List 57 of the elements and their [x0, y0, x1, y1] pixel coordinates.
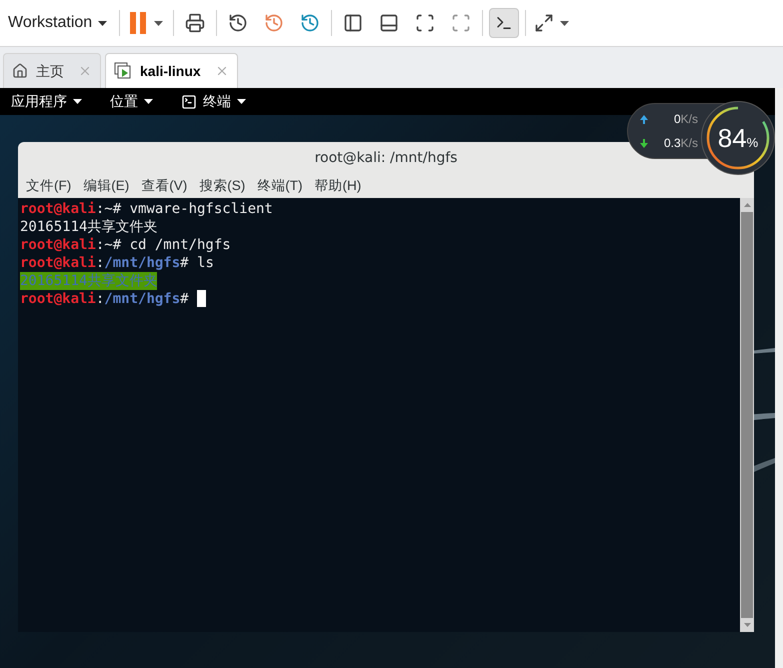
- terminal-icon: [495, 14, 514, 32]
- terminal-text: :: [96, 254, 104, 272]
- prompt-user: root@kali: [20, 290, 96, 308]
- panel-menu[interactable]: 位置: [110, 91, 153, 112]
- terminal-text: #: [180, 290, 190, 308]
- caret-icon: [154, 20, 164, 26]
- prompt-user: root@kali: [20, 254, 96, 272]
- prompt-user: root@kali: [20, 200, 96, 218]
- prompt-path: /mnt/hgfs: [104, 290, 180, 308]
- caret-icon: [144, 99, 153, 104]
- upload-arrow-icon: [640, 114, 648, 124]
- folder-name: 20165114共享文件夹: [20, 272, 158, 290]
- panel-menu[interactable]: 应用程序: [11, 91, 82, 112]
- menu-item[interactable]: 终端(T): [257, 176, 302, 197]
- pause-icon: [130, 12, 146, 34]
- caret-icon: [237, 99, 246, 104]
- up-arrow-icon: [744, 203, 750, 207]
- panel-menu[interactable]: 终端: [181, 91, 246, 112]
- download-speed: 0.3K/s: [662, 135, 698, 152]
- caret-icon: [73, 99, 82, 104]
- tab-label: kali-linux: [140, 62, 201, 80]
- tab[interactable]: kali-linux: [105, 53, 238, 88]
- scrollbar-thumb[interactable]: [741, 212, 753, 618]
- full-screen-icon: [415, 13, 436, 33]
- menu-item[interactable]: 查看(V): [141, 176, 188, 197]
- menu-item[interactable]: 文件(F): [26, 176, 72, 197]
- terminal-text: :~# vmware-hgfsclient: [96, 200, 273, 218]
- vm-icon: [114, 62, 132, 80]
- stretch-icon: [534, 13, 554, 33]
- caret-icon: [98, 20, 108, 26]
- panel-left-icon: [343, 13, 364, 33]
- download-arrow-icon: [640, 138, 648, 148]
- terminal-text: :: [96, 290, 104, 308]
- tab[interactable]: 主页: [3, 53, 101, 88]
- terminal-text: 20165114共享文件夹: [20, 218, 158, 236]
- clock-icon: [300, 13, 320, 33]
- menu-item[interactable]: 搜索(S): [199, 176, 246, 197]
- close-icon: [78, 64, 92, 78]
- terminal-text: # ls: [180, 254, 214, 272]
- menu-item[interactable]: 帮助(H): [314, 176, 362, 197]
- terminal-icon: [181, 94, 197, 110]
- tab-label: 主页: [36, 62, 64, 80]
- caret-icon: [560, 20, 570, 26]
- workstation-menu[interactable]: Workstation: [8, 11, 114, 35]
- clock-icon: [264, 13, 284, 33]
- prompt-path: /mnt/hgfs: [104, 254, 180, 272]
- console-view-button[interactable]: [489, 8, 520, 38]
- prompt-user: root@kali: [20, 236, 96, 254]
- usage-percent: 84%: [718, 122, 758, 154]
- home-icon: [12, 63, 28, 79]
- panel-bottom-icon: [379, 13, 400, 33]
- upload-speed: 0K/s: [672, 111, 698, 128]
- down-arrow-icon: [744, 623, 750, 627]
- menu-item[interactable]: 编辑(E): [83, 176, 130, 197]
- window-title: root@kali: /mnt/hgfs: [314, 149, 458, 168]
- clock-icon: [228, 13, 248, 33]
- terminal-text: :~# cd /mnt/hgfs: [96, 236, 231, 254]
